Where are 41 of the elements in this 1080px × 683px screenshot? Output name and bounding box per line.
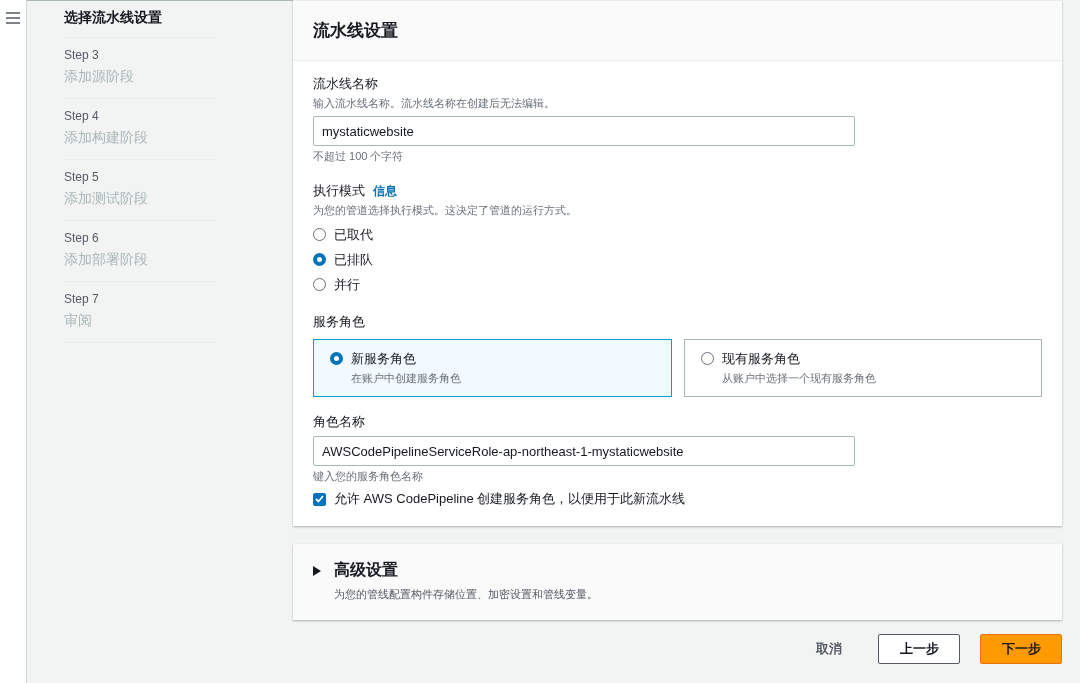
radio-label: 已排队 <box>334 250 373 269</box>
next-button[interactable]: 下一步 <box>980 634 1062 664</box>
field-constraint: 键入您的服务角色名称 <box>313 469 424 484</box>
checkbox[interactable] <box>313 492 326 506</box>
previous-button[interactable]: 上一步 <box>878 634 960 664</box>
info-link[interactable]: 信息 <box>373 182 397 200</box>
section-title[interactable]: 高级设置 <box>334 560 398 581</box>
role-option-tile[interactable]: 现有服务角色 从账户中选择一个现有服务角色 <box>683 339 1042 397</box>
field-label: 流水线名称 <box>313 75 378 93</box>
radio-button[interactable] <box>700 352 714 365</box>
field-label: 服务角色 <box>313 313 365 331</box>
radio-button[interactable] <box>313 278 326 291</box>
field-description: 为您的管道选择执行模式。这决定了管道的运行方式。 <box>313 203 578 218</box>
menu-icon[interactable] <box>6 12 20 24</box>
section-description: 为您的管线配置构件存储位置、加密设置和管线变量。 <box>334 587 599 602</box>
role-option-tile[interactable]: 新服务角色 在账户中创建服务角色 <box>313 339 672 397</box>
option-label: 新服务角色 <box>351 350 417 368</box>
field-constraint: 不超过 100 个字符 <box>313 149 405 164</box>
radio-button[interactable] <box>313 228 326 241</box>
role-name-input[interactable]: AWSCodePipelineServiceRole-ap-northeast-1-mystaticwebsite <box>313 436 855 466</box>
radio-button[interactable] <box>313 253 326 266</box>
option-description: 在账户中创建服务角色 <box>351 371 461 386</box>
option-description: 从账户中选择一个现有服务角色 <box>721 371 876 386</box>
step-number: Step 3 <box>64 48 100 62</box>
radio-button[interactable] <box>330 352 343 365</box>
caret-icon[interactable] <box>313 565 322 576</box>
step-number: Step 6 <box>64 231 100 245</box>
field-label: 角色名称 <box>313 413 365 431</box>
field-label: 执行模式 <box>313 182 365 200</box>
checkbox-label: 允许 AWS CodePipeline 创建服务角色，以便用于此新流水线 <box>334 490 686 508</box>
option-label: 现有服务角色 <box>721 350 801 368</box>
step-title[interactable]: 选择流水线设置 <box>64 9 216 27</box>
step-number: Step 7 <box>64 292 100 306</box>
card-title: 流水线设置 <box>293 1 1062 61</box>
step-number: Step 5 <box>64 170 100 184</box>
pipeline-name-input[interactable]: mystaticwebsite <box>313 116 855 146</box>
cancel-button[interactable]: 取消 <box>800 634 858 664</box>
radio-label: 已取代 <box>334 225 373 244</box>
field-description: 输入流水线名称。流水线名称在创建后无法编辑。 <box>313 96 556 111</box>
step-number: Step 4 <box>64 109 100 123</box>
radio-label: 并行 <box>334 275 360 294</box>
